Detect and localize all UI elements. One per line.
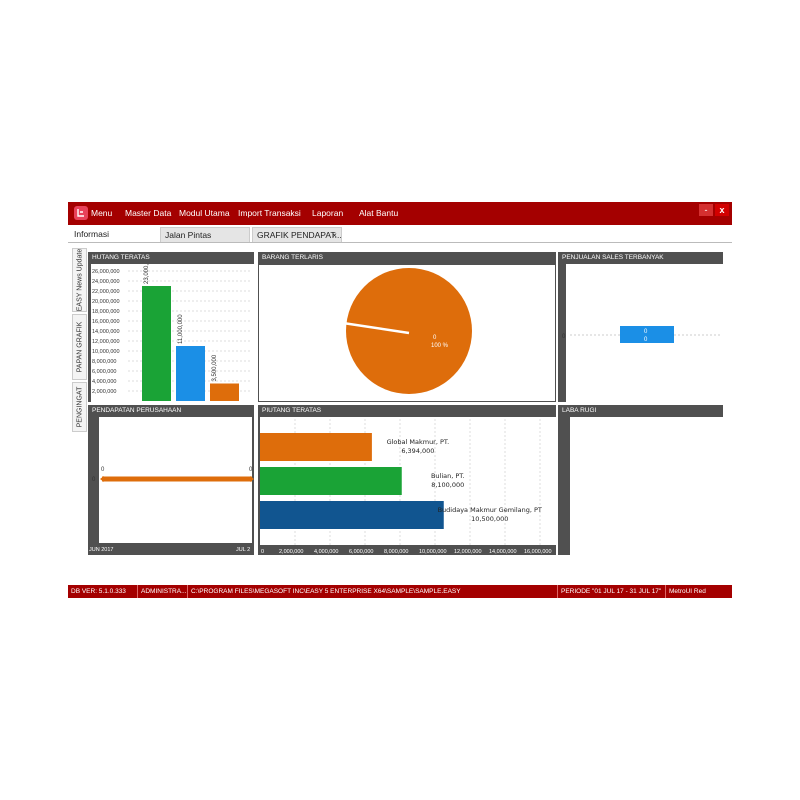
minimize-button[interactable]: - xyxy=(699,204,713,216)
menu-item-modul-utama[interactable]: Modul Utama xyxy=(179,208,230,218)
tab-grafik-pendapatan[interactable]: GRAFIK PENDAPAT... × xyxy=(252,227,342,242)
piutang-tick-label: 8,000,000 xyxy=(384,549,408,555)
panel-piutang-teratas: PIUTANG TERATAS Global Makmur, PT. 6,394,… xyxy=(258,405,556,555)
hutang-tick-label: 6,000,000 xyxy=(92,369,116,375)
piutang-bar-value: 6,394,000 xyxy=(401,447,434,455)
piutang-bar xyxy=(260,433,372,461)
piutang-bar xyxy=(260,467,402,495)
menu-item-laporan[interactable]: Laporan xyxy=(312,208,343,218)
app-logo-icon[interactable] xyxy=(74,206,88,220)
tab-informasi[interactable]: Informasi xyxy=(70,227,158,242)
panel-title: LABA RUGI xyxy=(558,405,723,417)
menu-item-master-data[interactable]: Master Data xyxy=(125,208,171,218)
tab-jalan-pintas[interactable]: Jalan Pintas xyxy=(160,227,250,242)
piutang-tick-label: 0 xyxy=(261,549,264,555)
pendapatan-point-label-left: 0 xyxy=(101,467,105,473)
tab-bar: Informasi Jalan Pintas GRAFIK PENDAPAT..… xyxy=(68,225,732,243)
side-tab-label: EASY News Update xyxy=(76,248,83,312)
hutang-bar xyxy=(142,286,171,401)
panel-barang-terlaris: BARANG TERLARIS 0 100 % xyxy=(258,252,556,402)
status-path: C:\PROGRAM FILES\MEGASOFT INC\EASY 5 ENT… xyxy=(188,585,558,598)
barang-chart: 0 100 % xyxy=(342,268,472,394)
menu-item-alat-bantu[interactable]: Alat Bantu xyxy=(359,208,398,218)
pendapatan-chart: 0 0 0 JUN 2017 JUL 2 xyxy=(89,467,254,553)
status-db-version: DB VER: 5.1.0.333 xyxy=(68,585,138,598)
panel-pendapatan-perusahaan: PENDAPATAN PERUSAHAAN 0 0 0 JUN 2017 JUL… xyxy=(88,405,254,555)
piutang-tick-label: 6,000,000 xyxy=(349,549,373,555)
hutang-tick-label: 4,000,000 xyxy=(92,379,116,385)
piutang-bar xyxy=(260,501,444,529)
hutang-tick-label: 24,000,000 xyxy=(92,279,120,285)
hutang-tick-label: 18,000,000 xyxy=(92,309,120,315)
pie-slice xyxy=(346,268,472,394)
hutang-bar-label: 3,500,000 xyxy=(212,354,218,381)
hutang-bar xyxy=(176,346,205,401)
panel-title: PIUTANG TERATAS xyxy=(258,405,556,417)
piutang-tick-label: 12,000,000 xyxy=(454,549,482,555)
hutang-tick-label: 2,000,000 xyxy=(92,389,116,395)
panel-penjualan-sales: PENJUALAN SALES TERBANYAK 0 0 0 xyxy=(558,252,723,402)
hutang-tick-label: 26,000,000 xyxy=(92,269,120,275)
tab-grafik-label: GRAFIK PENDAPAT... xyxy=(257,230,342,240)
piutang-tick-label: 14,000,000 xyxy=(489,549,517,555)
side-tab-papan-grafik[interactable]: PAPAN GRAFIK xyxy=(72,314,87,380)
hutang-tick-label: 8,000,000 xyxy=(92,359,116,365)
panel-title: BARANG TERLARIS xyxy=(258,252,556,264)
status-user: ADMINISTRA... xyxy=(138,585,188,598)
piutang-tick-label: 4,000,000 xyxy=(314,549,338,555)
menu-item-import-transaksi[interactable]: Import Transaksi xyxy=(238,208,301,218)
hutang-tick-label: 10,000,000 xyxy=(92,349,120,355)
panel-title: PENDAPATAN PERUSAHAAN xyxy=(88,405,254,417)
close-button[interactable]: x xyxy=(715,204,729,216)
side-tab-easy-news[interactable]: EASY News Update xyxy=(72,248,87,312)
sales-chart: 0 0 0 xyxy=(562,326,720,343)
piutang-tick-label: 10,000,000 xyxy=(419,549,447,555)
panel-laba-rugi: LABA RUGI xyxy=(558,405,723,555)
piutang-bar-name: Bulian, PT. xyxy=(431,472,465,480)
piutang-tick-label: 2,000,000 xyxy=(279,549,303,555)
piutang-bar-name: Global Makmur, PT. xyxy=(387,438,450,446)
side-tab-label: PAPAN GRAFIK xyxy=(76,321,83,373)
panel-title: PENJUALAN SALES TERBANYAK xyxy=(558,252,723,264)
menu-bar: Menu Master Data Modul Utama Import Tran… xyxy=(68,202,732,225)
status-periode: PERIODE "01 JUL 17 - 31 JUL 17" xyxy=(558,585,666,598)
hutang-bar xyxy=(210,383,239,401)
piutang-bar-value: 10,500,000 xyxy=(471,515,508,523)
panel-title: HUTANG TERATAS xyxy=(88,252,254,264)
piutang-tick-label: 16,000,000 xyxy=(524,549,552,555)
side-tab-label: PENGINGAT xyxy=(76,386,83,428)
pendapatan-point-label-right: 0 xyxy=(249,467,253,473)
pendapatan-y-label: 0 xyxy=(92,477,96,483)
sales-axis-label: 0 xyxy=(562,334,566,340)
side-tab-pengingat[interactable]: PENGINGAT xyxy=(72,382,87,432)
panel-hutang-teratas: HUTANG TERATAS 26,000,000 24,000,000 22,00… xyxy=(88,252,254,402)
tab-close-icon[interactable]: × xyxy=(332,228,337,243)
status-theme: MetroUI Red xyxy=(669,588,706,595)
app-window: Menu Master Data Modul Utama Import Tran… xyxy=(68,202,732,598)
hutang-tick-label: 22,000,000 xyxy=(92,289,120,295)
hutang-tick-label: 14,000,000 xyxy=(92,329,120,335)
pie-percent-label: 100 % xyxy=(431,343,449,349)
hutang-bar-label: 11,000,000 xyxy=(178,314,184,344)
hutang-bar-label: 23,000,000 xyxy=(144,264,150,284)
hutang-tick-label: 16,000,000 xyxy=(92,319,120,325)
hutang-tick-label: 12,000,000 xyxy=(92,339,120,345)
menu-item-menu[interactable]: Menu xyxy=(91,208,112,218)
piutang-chart: Global Makmur, PT.6,394,000Bulian, PT.8,… xyxy=(260,419,552,555)
piutang-bar-value: 8,100,000 xyxy=(431,481,464,489)
pendapatan-x-start: JUN 2017 xyxy=(89,547,113,553)
hutang-chart: 26,000,000 24,000,000 22,000,000 20,000,000… xyxy=(92,264,252,401)
hutang-tick-label: 20,000,000 xyxy=(92,299,120,305)
status-bar: DB VER: 5.1.0.333 ADMINISTRA... C:\PROGR… xyxy=(68,585,732,598)
pendapatan-x-end: JUL 2 xyxy=(236,547,250,553)
piutang-bar-name: Budidaya Makmur Gemilang, PT xyxy=(438,506,542,514)
